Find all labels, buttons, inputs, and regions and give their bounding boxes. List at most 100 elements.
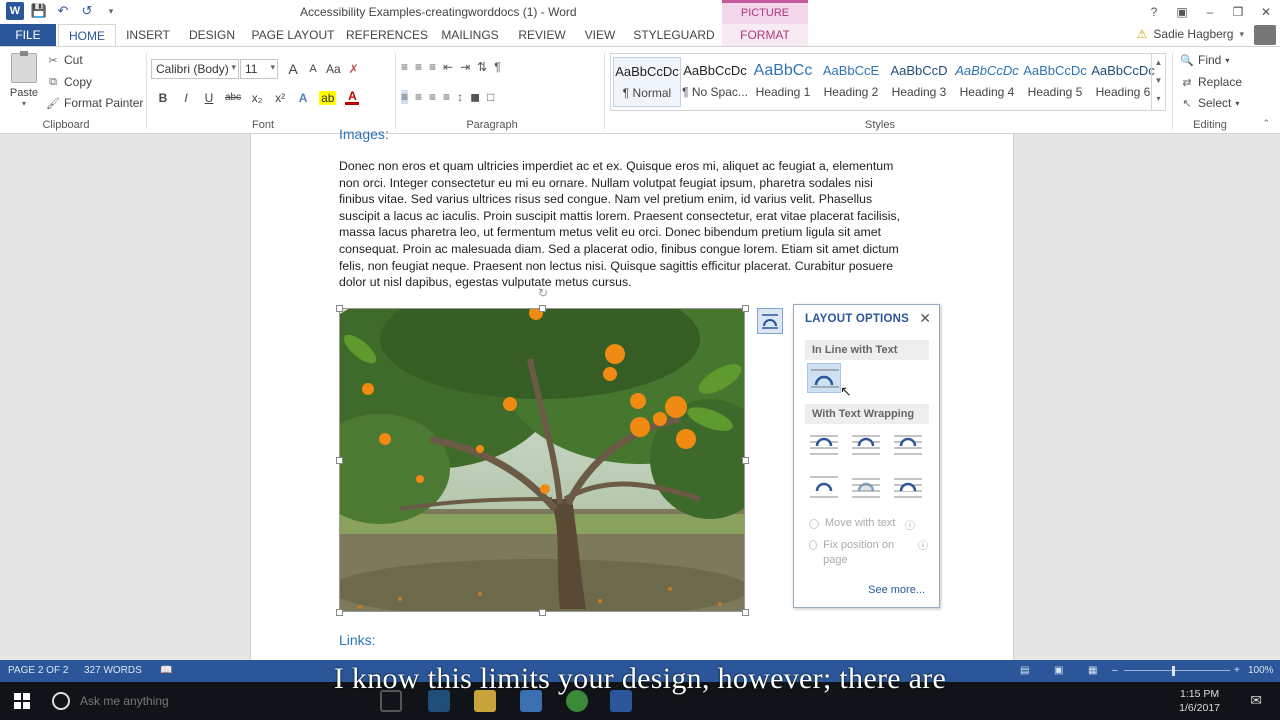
align-right-icon[interactable]: ≡ (429, 90, 436, 104)
redo-icon[interactable]: ↺ (78, 2, 96, 20)
shading-icon[interactable]: ◼ (470, 90, 480, 104)
orange-tree-illustration (340, 309, 744, 611)
resize-handle-se[interactable] (742, 609, 749, 616)
change-case-button[interactable]: Aa (326, 62, 341, 76)
close-button[interactable]: ✕ (1252, 0, 1280, 24)
document-title: Accessibility Examples-creatingworddocs … (300, 5, 577, 19)
top-bottom-wrap-option[interactable] (807, 471, 841, 501)
undo-icon[interactable]: ↶ (54, 2, 72, 20)
superscript-button[interactable]: x² (273, 91, 287, 105)
styles-scrollbar[interactable]: ▲ ▼ ▾ (1151, 54, 1165, 110)
resize-handle-sw[interactable] (336, 609, 343, 616)
borders-icon[interactable]: □ (487, 90, 494, 104)
tab-file[interactable]: FILE (0, 24, 56, 46)
justify-icon[interactable]: ≡ (443, 90, 450, 104)
find-button[interactable]: 🔍 Find ▾ (1180, 53, 1229, 67)
show-formatting-icon[interactable]: ¶ (494, 60, 500, 74)
cut-button[interactable]: ✂ Cut (46, 53, 82, 67)
bullets-icon[interactable]: ≡ (401, 60, 408, 74)
tight-wrap-option[interactable] (849, 429, 883, 459)
style-heading-1[interactable]: AaBbCc Heading 1 (749, 57, 817, 107)
resize-handle-nw[interactable] (336, 305, 343, 312)
user-account[interactable]: ⚠ Sadie Hagberg ▾ (1137, 27, 1244, 41)
tab-page-layout[interactable]: PAGE LAYOUT (250, 24, 336, 46)
select-button[interactable]: ↖ Select ▾ (1180, 96, 1239, 110)
square-wrap-option[interactable] (807, 429, 841, 459)
replace-label: Replace (1198, 75, 1243, 89)
line-spacing-icon[interactable]: ↕ (457, 90, 463, 104)
in-front-of-text-option[interactable] (891, 471, 925, 501)
format-painter-button[interactable]: 🖌 Format Painter (46, 96, 143, 110)
customize-qat-icon[interactable]: ▾ (102, 2, 120, 20)
style-heading-4[interactable]: AaBbCcDc Heading 4 (953, 57, 1021, 107)
underline-button[interactable]: U (202, 91, 216, 105)
font-color-icon[interactable]: A (345, 90, 360, 105)
collapse-ribbon-icon[interactable]: ⌃ (1262, 118, 1270, 129)
text-line: Donec non eros et quam ultricies imperdi… (339, 159, 894, 173)
see-more-link[interactable]: See more... (868, 584, 925, 596)
subscript-button[interactable]: x₂ (250, 91, 264, 105)
style-no-spacing[interactable]: AaBbCcDc ¶ No Spac... (681, 57, 749, 107)
multilevel-list-icon[interactable]: ≡ (429, 60, 436, 74)
info-icon[interactable]: ⓘ (918, 537, 928, 552)
text-effects-icon[interactable]: A (296, 91, 310, 105)
grow-font-button[interactable]: A (286, 61, 300, 77)
wrapping-section-label: With Text Wrapping (805, 404, 929, 424)
decrease-indent-icon[interactable]: ⇤ (443, 60, 453, 74)
resize-handle-n[interactable] (539, 305, 546, 312)
minimize-button[interactable]: – (1196, 0, 1224, 24)
layout-options-button[interactable] (757, 308, 783, 334)
inline-section-label: In Line with Text (805, 340, 929, 360)
italic-button[interactable]: I (179, 91, 193, 105)
align-center-icon[interactable]: ≡ (415, 90, 422, 104)
tab-review[interactable]: REVIEW (514, 24, 570, 46)
tab-insert[interactable]: INSERT (122, 24, 174, 46)
tab-format[interactable]: FORMAT (722, 24, 808, 46)
sort-icon[interactable]: ⇅ (477, 60, 487, 74)
behind-text-option[interactable] (849, 471, 883, 501)
style-heading-3[interactable]: AaBbCcD Heading 3 (885, 57, 953, 107)
taskbar-search[interactable]: Ask me anything (80, 694, 169, 708)
tab-styleguard[interactable]: STYLEGUARD (632, 24, 716, 46)
resize-handle-s[interactable] (539, 609, 546, 616)
copy-button[interactable]: ⧉ Copy (46, 75, 92, 89)
style-heading-6[interactable]: AaBbCcDc Heading 6 (1089, 57, 1157, 107)
save-icon[interactable]: 💾 (30, 2, 48, 20)
links-heading: Links: (339, 632, 376, 648)
style-normal[interactable]: AaBbCcDc ¶ Normal (613, 57, 681, 107)
avatar[interactable] (1254, 25, 1276, 45)
shrink-font-button[interactable]: A (306, 63, 320, 75)
font-size-box[interactable]: 11 ▾ (240, 59, 278, 79)
tab-home[interactable]: HOME (58, 24, 116, 47)
strikethrough-button[interactable]: abc (225, 92, 241, 103)
ribbon-display-options-button[interactable]: ▣ (1168, 0, 1196, 24)
tab-design[interactable]: DESIGN (184, 24, 240, 46)
restore-button[interactable]: ❐ (1224, 0, 1252, 24)
info-icon[interactable]: ⓘ (905, 517, 915, 532)
clear-formatting-icon[interactable]: ✗ (347, 62, 361, 76)
style-heading-2[interactable]: AaBbCcE Heading 2 (817, 57, 885, 107)
resize-handle-ne[interactable] (742, 305, 749, 312)
highlight-color-icon[interactable]: ab (319, 90, 337, 105)
increase-indent-icon[interactable]: ⇥ (460, 60, 470, 74)
orange-tree-image[interactable] (339, 308, 745, 612)
close-icon[interactable]: ✕ (919, 310, 931, 327)
help-button[interactable]: ? (1140, 0, 1168, 24)
bold-button[interactable]: B (156, 91, 170, 105)
resize-handle-w[interactable] (336, 457, 343, 464)
resize-handle-e[interactable] (742, 457, 749, 464)
align-left-icon[interactable]: ≡ (401, 90, 409, 104)
body-paragraph[interactable]: Donec non eros et quam ultricies imperdi… (339, 158, 915, 291)
font-name-box[interactable]: Calibri (Body) ▾ (151, 59, 239, 79)
rotate-handle-icon[interactable]: ↻ (538, 286, 548, 300)
tab-references[interactable]: REFERENCES (346, 24, 428, 46)
tab-view[interactable]: VIEW (578, 24, 622, 46)
tab-mailings[interactable]: MAILINGS (436, 24, 504, 46)
style-heading-5[interactable]: AaBbCcDc Heading 5 (1021, 57, 1089, 107)
replace-icon: ⇄ (1182, 76, 1192, 89)
paste-button[interactable]: Paste ▾ (8, 51, 40, 108)
numbering-icon[interactable]: ≡ (415, 60, 422, 74)
inline-with-text-option[interactable] (807, 363, 841, 393)
through-wrap-option[interactable] (891, 429, 925, 459)
replace-button[interactable]: ⇄ Replace (1180, 75, 1242, 89)
